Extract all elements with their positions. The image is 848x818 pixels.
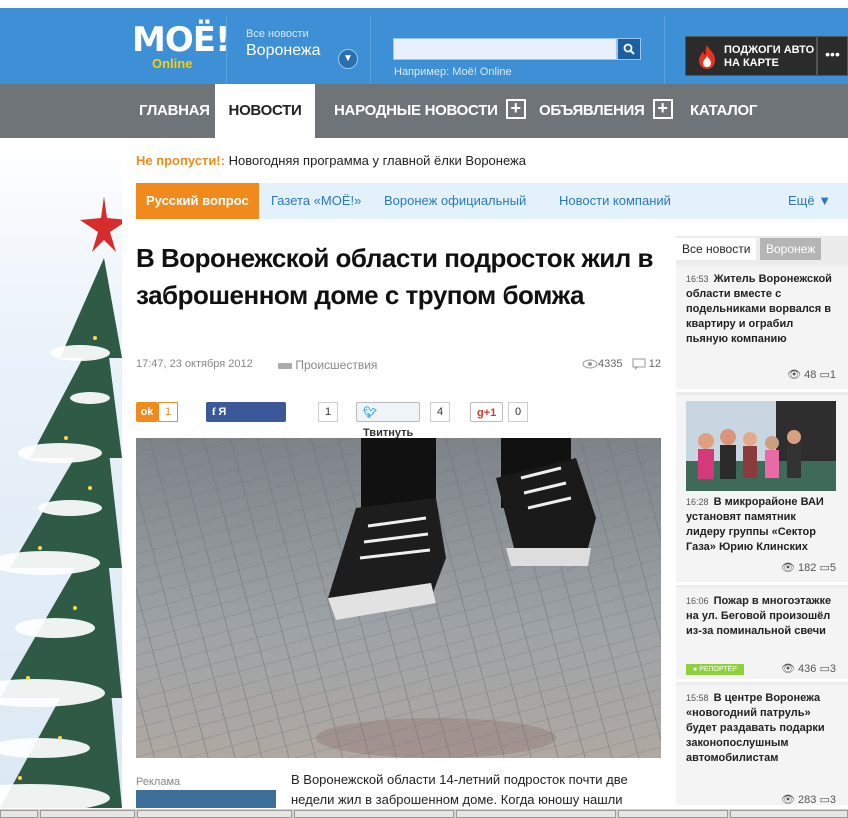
nav-item-catalog[interactable]: КАТАЛОГ ОРГАНИЗАЦИЙ <box>690 84 848 173</box>
fire-map-line2: НА КАРТЕ <box>724 57 779 69</box>
article-photo <box>136 438 661 758</box>
fire-map-button[interactable]: ПОДЖОГИ АВТО НА КАРТЕ <box>685 36 817 76</box>
twitter-icon: 🐦︎ <box>363 407 377 419</box>
search-hint: Например: Моё! Online <box>394 66 512 78</box>
eye-icon <box>582 359 598 369</box>
rubric-official[interactable]: Воронеж официальный <box>384 183 526 219</box>
list-item[interactable]: 16:53 Житель Воронежской области вместе … <box>676 266 848 392</box>
taskbar-item[interactable] <box>137 810 292 818</box>
rubric-companies[interactable]: Новости компаний <box>559 183 671 219</box>
taskbar-item[interactable] <box>456 810 616 818</box>
tweet-button[interactable]: 🐦︎Твитнуть <box>356 402 421 439</box>
news-stats: 👁︎ 436 ▭3 <box>781 663 836 675</box>
news-stats: 👁︎ 283 ▭3 <box>781 794 836 806</box>
article-meta: 17:47, 23 октября 2012 Происшествия 4335… <box>136 358 661 372</box>
google-plus-button[interactable]: g+1 <box>470 402 504 422</box>
dont-miss-text: Новогодняя программа у главной ёлки Воро… <box>228 153 526 168</box>
tag-icon <box>278 362 292 369</box>
news-time: 15:58 <box>686 693 709 703</box>
city-selector[interactable]: Все новости Воронежа <box>246 28 321 60</box>
flame-icon <box>699 45 715 69</box>
rubric-newspaper[interactable]: Газета «МОЁ!» <box>271 183 361 219</box>
article-lead: В Воронежской области 14-летний подросто… <box>291 772 628 807</box>
list-item[interactable]: 15:58 В центре Воронежа «новогодний патр… <box>676 685 848 808</box>
article-title: В Воронежской области подросток жил в за… <box>136 243 654 310</box>
comment-icon: ▭ <box>819 562 830 574</box>
facebook-recommend-button[interactable]: f Я рекомендую <box>206 402 287 438</box>
more-menu-button[interactable]: ••• <box>817 36 848 76</box>
logo-main: МОЁ! <box>132 20 230 60</box>
list-item[interactable]: 16:06 Пожар в многоэтажке на ул. Беговой… <box>676 588 848 682</box>
taskbar-item[interactable] <box>730 810 848 818</box>
ok-count: 1 <box>158 402 179 422</box>
ad-image[interactable] <box>136 790 276 808</box>
tab-voronezh[interactable]: Воронеж <box>760 238 822 260</box>
rubrics-bar: Русский вопрос Газета «МОЁ!» Воронеж офи… <box>136 183 848 219</box>
rubric-russian-question[interactable]: Русский вопрос <box>136 183 259 219</box>
site-header: МОЁ! Online Все новости Воронежа ▼ Напри… <box>0 0 848 92</box>
fb-label: Я рекомендую <box>212 406 281 438</box>
comment-icon <box>632 358 646 371</box>
nav-item-news[interactable]: НОВОСТИ <box>215 84 315 138</box>
comment-icon: ▭ <box>819 663 830 675</box>
christmas-tree-decoration <box>0 138 122 808</box>
article-stats: 4335 12 <box>582 358 661 371</box>
news-time: 16:53 <box>686 274 709 284</box>
news-stats: 👁︎ 48 ▭1 <box>787 369 836 381</box>
city-name: Воронежа <box>246 42 321 59</box>
nav-item-home[interactable]: ГЛАВНАЯ <box>139 84 210 138</box>
gp-label: +1 <box>483 407 497 419</box>
fb-count: 1 <box>318 402 339 422</box>
gp-count: 0 <box>508 402 529 422</box>
comment-icon: ▭ <box>819 369 830 381</box>
search-icon[interactable] <box>617 38 641 60</box>
plus-icon[interactable]: + <box>505 99 526 120</box>
nav-item-label: НАРОДНЫЕ НОВОСТИ <box>334 102 498 119</box>
news-thumbnail <box>686 401 836 491</box>
news-sidebar: Все новости Воронеж 16:53 Житель Воронеж… <box>676 236 848 808</box>
dont-miss-label: Не пропусти!: <box>136 153 225 168</box>
google-plus-icon: g <box>477 407 484 419</box>
header-divider <box>370 16 371 92</box>
tw-count: 4 <box>430 402 451 422</box>
main-nav: ГЛАВНАЯ НОВОСТИ НАРОДНЫЕ НОВОСТИ + ОБЪЯВЛ… <box>0 84 848 173</box>
views-count: 4335 <box>598 358 623 370</box>
article-datetime: 17:47, 23 октября 2012 <box>136 358 253 370</box>
tab-all-news[interactable]: Все новости <box>676 238 757 260</box>
news-time: 16:06 <box>686 596 709 606</box>
site-logo[interactable]: МОЁ! Online <box>132 20 230 78</box>
taskbar-item[interactable] <box>618 810 728 818</box>
plus-icon[interactable]: + <box>652 99 673 120</box>
rubrics-more-button[interactable]: Ещё ▼ <box>788 183 831 219</box>
taskbar-item[interactable] <box>40 810 135 818</box>
fire-map-line1: ПОДЖОГИ АВТО <box>724 44 815 56</box>
reporter-badge: ● РЕПОРТЁР <box>686 664 744 675</box>
nav-item-label: ОБЪЯВЛЕНИЯ <box>539 102 645 119</box>
city-small-label: Все новости <box>246 28 309 40</box>
ad-label: Реклама <box>136 776 181 788</box>
taskbar-item[interactable] <box>0 810 38 818</box>
header-divider <box>664 16 665 92</box>
list-item[interactable]: 16:28 В микрорайоне ВАИ установят памятн… <box>676 395 848 585</box>
article-category[interactable]: Происшествия <box>278 358 377 372</box>
taskbar-item[interactable] <box>294 810 454 818</box>
os-taskbar <box>0 808 848 818</box>
news-stats: 👁︎ 182 ▭5 <box>781 562 836 574</box>
chevron-down-icon[interactable]: ▼ <box>338 49 358 69</box>
comments-count: 12 <box>648 358 661 370</box>
comment-icon: ▭ <box>819 794 830 806</box>
nav-item-ads[interactable]: ОБЪЯВЛЕНИЯ + <box>539 84 673 138</box>
search-input[interactable] <box>393 38 617 60</box>
news-time: 16:28 <box>686 497 709 507</box>
nav-item-people-news[interactable]: НАРОДНЫЕ НОВОСТИ + <box>334 84 526 138</box>
odnoklassniki-icon[interactable]: ok <box>136 402 158 422</box>
header-divider <box>226 16 227 92</box>
dont-miss-banner[interactable]: Не пропусти!: Новогодняя программа у гла… <box>136 153 526 168</box>
